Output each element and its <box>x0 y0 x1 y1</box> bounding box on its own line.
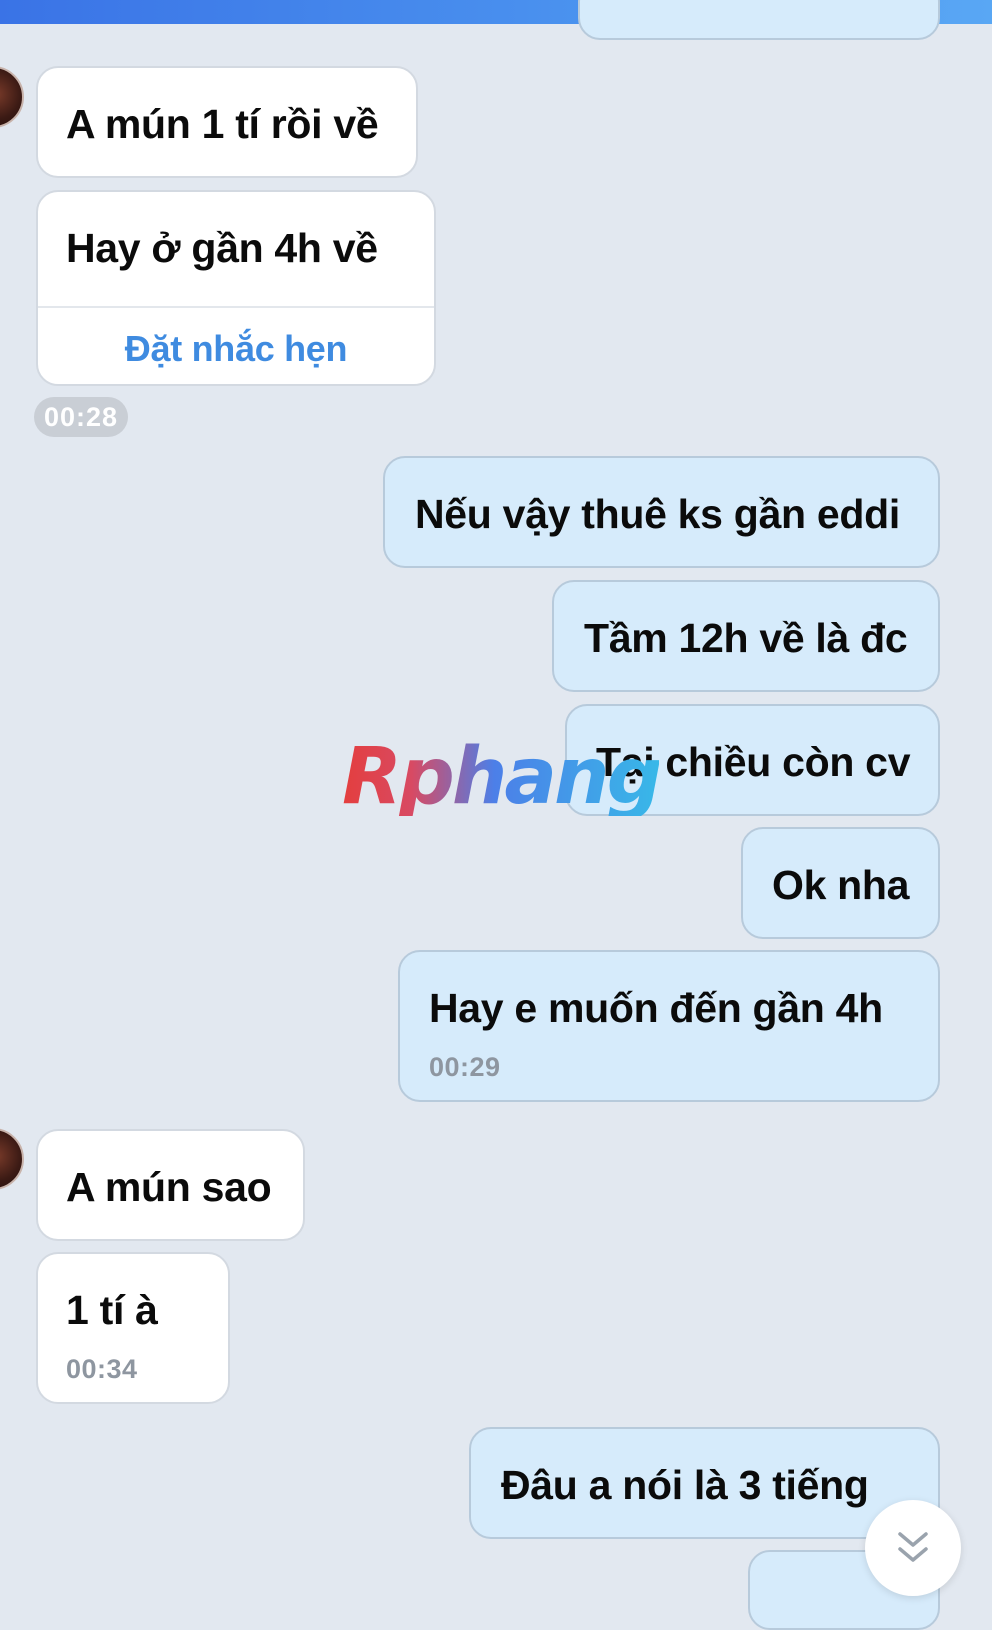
message-text: Hay ở gần 4h về <box>66 225 378 271</box>
set-reminder-link[interactable]: Đặt nhắc hẹn <box>38 331 434 367</box>
message-text: Hay e muốn đến gần 4h <box>429 985 883 1031</box>
message-text: 1 tí à <box>66 1287 158 1333</box>
message-bubble-incoming[interactable]: A mún 1 tí rồi về <box>36 66 418 178</box>
bubble-divider <box>38 306 434 308</box>
message-bubble-outgoing[interactable]: Nếu vậy thuê ks gần eddi <box>383 456 940 568</box>
message-text: Tầm 12h về là đc <box>584 615 908 661</box>
message-bubble-incoming[interactable]: A mún sao <box>36 1129 305 1241</box>
timestamp-pill: 00:28 <box>34 397 129 437</box>
message-text: Nếu vậy thuê ks gần eddi <box>415 491 900 537</box>
message-bubble-incoming[interactable]: 1 tí à 00:34 <box>36 1252 230 1404</box>
double-chevron-down-icon <box>898 1532 928 1562</box>
message-bubble-outgoing[interactable]: Ok nha <box>741 827 940 939</box>
contact-avatar[interactable] <box>0 1128 24 1190</box>
message-bubble-partial-top[interactable] <box>578 0 940 40</box>
scroll-to-bottom-button[interactable] <box>865 1500 961 1596</box>
message-text: A mún 1 tí rồi về <box>66 101 379 147</box>
message-text: A mún sao <box>66 1164 272 1210</box>
message-bubble-outgoing[interactable]: Tầm 12h về là đc <box>552 580 940 692</box>
message-timestamp: 00:34 <box>66 1354 138 1384</box>
message-text: Tại chiều còn cv <box>596 739 911 785</box>
message-bubble-outgoing[interactable]: Đâu a nói là 3 tiếng <box>469 1427 940 1539</box>
message-text: Đâu a nói là 3 tiếng <box>501 1462 869 1508</box>
message-bubble-incoming[interactable]: Hay ở gần 4h về Đặt nhắc hẹn <box>36 190 436 386</box>
contact-avatar[interactable] <box>0 66 24 128</box>
message-timestamp: 00:29 <box>429 1052 501 1082</box>
message-text: Ok nha <box>772 862 910 908</box>
message-bubble-outgoing[interactable]: Hay e muốn đến gần 4h 00:29 <box>398 950 940 1102</box>
message-bubble-outgoing[interactable]: Tại chiều còn cv <box>565 704 940 816</box>
